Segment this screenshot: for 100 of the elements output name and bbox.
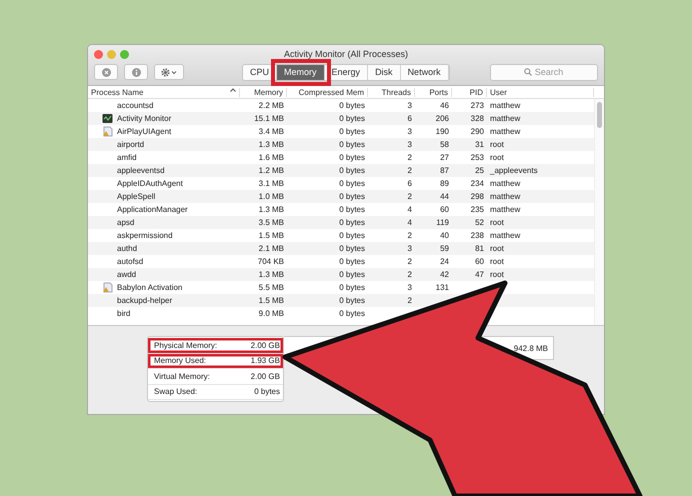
table-cell-text: 15.1 MB [253,114,285,123]
process-row[interactable]: AppleSpell 1.0 MB 0 bytes 2 44 298 matthew [88,190,594,203]
table-cell-text: 1.5 MB [258,296,285,305]
table-cell-text: 46 [439,101,450,110]
table-cell-text: 0 bytes [338,127,366,136]
stat-label: Physical Memory: [154,340,218,350]
column-header[interactable]: PID [452,88,487,96]
table-cell-text: 3 [406,244,413,253]
close-button[interactable] [94,50,103,58]
process-name: amfid [117,153,137,162]
gear-menu-button[interactable] [154,64,184,80]
table-cell-text: 1.2 MB [258,166,285,175]
process-name: AppleSpell [117,192,156,201]
window-title: Activity Monitor (All Processes) [284,49,410,59]
table-cell-text: matthew [489,205,522,214]
table-cell-text: 0 bytes [338,309,366,318]
view-tab[interactable]: Energy [324,64,368,80]
sort-caret-icon [230,88,236,92]
table-cell-text: 44 [439,192,450,201]
process-name: askpermissiond [117,231,173,240]
table-cell-text: 1.3 MB [258,140,285,149]
column-header[interactable]: Ports [415,88,452,96]
table-cell-text: 40 [439,231,450,240]
table-cell-text: 0 bytes [338,192,366,201]
table-cell-text: 2 [406,231,413,240]
table-cell-text: 206 [434,114,450,123]
table-cell-text: 52 [474,218,485,227]
table-cell-text: 1.6 MB [258,153,285,162]
memory-reading: 942.8 MB [514,344,548,352]
column-header[interactable]: Process Name [88,88,240,96]
table-cell-text: 0 bytes [338,244,366,253]
table-cell-text: 6 [406,179,413,188]
gear-icon [160,68,178,76]
minimize-button[interactable] [107,50,116,58]
process-name: awdd [117,270,136,279]
table-cell-text: 328 [470,114,485,123]
scroll-bar[interactable] [594,99,604,325]
table-cell-text: 3.4 MB [258,127,285,136]
process-row[interactable]: apsd 3.5 MB 0 bytes 4 119 52 root [88,216,594,229]
stat-value: 2.00 GB [250,340,280,350]
info-button[interactable] [124,64,148,80]
view-tab[interactable]: Network [400,64,449,80]
table-cell-text: 3 [406,140,413,149]
table-cell-text: 1.3 MB [258,205,285,214]
table-cell-text: matthew [489,179,522,188]
table-cell-text: 59 [439,244,450,253]
table-cell-text: 190 [434,127,450,136]
column-header[interactable]: Threads [368,88,415,96]
table-cell-text: 58 [439,140,450,149]
view-tab[interactable]: Disk [368,64,401,80]
table-cell-text: 0 bytes [338,140,366,149]
process-name: backupd-helper [117,296,172,305]
process-name: appleeventsd [117,166,165,175]
table-cell-text: root [489,153,505,162]
zoom-button[interactable] [120,50,129,58]
table-cell-text: 290 [470,127,485,136]
table-cell-text: matthew [489,101,522,110]
process-row[interactable]: appleeventsd 1.2 MB 0 bytes 2 87 25 _appleevents [88,164,594,177]
process-name: accountsd [117,101,154,110]
table-cell-text: matthew [489,127,522,136]
table-cell-text: 298 [470,192,485,201]
stop-process-button[interactable] [94,64,118,80]
table-cell-text: 3 [406,283,413,292]
table-cell-text: 3 [406,127,413,136]
table-cell-text: 0 bytes [338,179,366,188]
column-header[interactable]: Memory [240,88,287,96]
process-row[interactable]: Activity Monitor 15.1 MB 0 bytes 6 206 328 matthew [88,112,594,125]
stat-label: Memory Used: [154,356,206,366]
table-cell-text: 24 [439,257,450,266]
process-name: AirPlayUIAgent [117,127,172,136]
table-cell-text: 234 [470,179,485,188]
search-field[interactable]: Search [490,64,598,80]
table-cell-text: 6 [406,114,413,123]
table-cell-text: 0 bytes [338,231,366,240]
column-header[interactable]: Compressed Mem [287,88,368,96]
table-cell-text: 2 [406,192,413,201]
table-cell-text: 3.1 MB [258,179,285,188]
table-cell-text: 47 [474,270,485,279]
table-cell-text: 1.5 MB [258,231,285,240]
table-cell-text: root [489,244,505,253]
info-icon [132,68,140,76]
column-header[interactable]: User [487,88,594,96]
table-cell-text: 89 [439,179,450,188]
table-cell-text: 0 bytes [338,270,366,279]
table-cell-text: 0 bytes [338,166,366,175]
process-row[interactable]: airportd 1.3 MB 0 bytes 3 58 31 root [88,138,594,151]
table-cell-text: 1.3 MB [258,270,285,279]
table-cell-text: root [489,270,505,279]
table-cell-text: matthew [489,192,522,201]
process-row[interactable]: awdd 1.3 MB 0 bytes 2 42 47 root [88,268,594,281]
process-row[interactable]: authd 2.1 MB 0 bytes 3 59 81 root [88,242,594,255]
process-name: AppleIDAuthAgent [117,179,183,188]
table-cell-text: 2 [406,257,413,266]
table-cell-text: 2 [406,296,413,305]
table-cell-text: 3 [406,101,413,110]
process-name: airportd [117,140,144,149]
table-cell-text: 9.0 MB [258,309,285,318]
table-cell-text: 2.2 MB [258,101,285,110]
table-cell-text: 5.5 MB [258,283,285,292]
app-icon [102,282,113,293]
